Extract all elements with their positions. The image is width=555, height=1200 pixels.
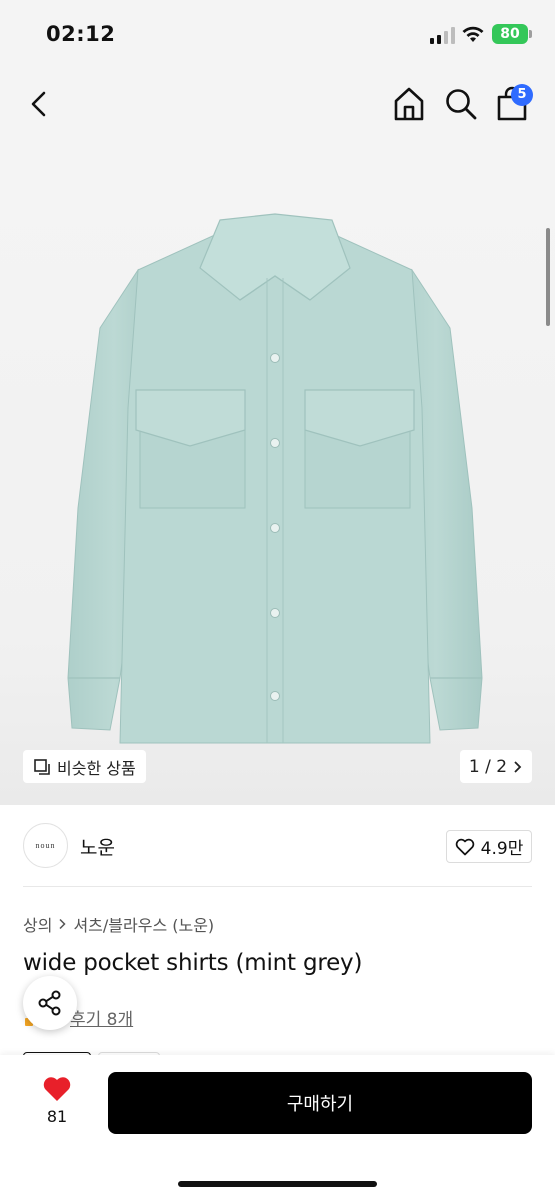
- brand-logo[interactable]: noun: [23, 823, 68, 868]
- search-icon[interactable]: [444, 87, 478, 121]
- heart-filled-icon[interactable]: [42, 1075, 72, 1103]
- battery-indicator: 80: [492, 24, 528, 44]
- product-title: wide pocket shirts (mint grey): [23, 950, 363, 976]
- similar-products-button[interactable]: 비슷한 상품: [23, 750, 146, 783]
- brand-name[interactable]: 노운: [80, 833, 115, 860]
- top-navigation: 5: [0, 70, 555, 140]
- back-icon[interactable]: [24, 88, 56, 120]
- similar-products-label: 비슷한 상품: [57, 758, 136, 778]
- product-image-shirt: [67, 213, 483, 744]
- home-indicator: [178, 1181, 377, 1187]
- heart-outline-icon: [455, 838, 474, 855]
- brand-row: noun 노운 4.9만: [0, 805, 555, 887]
- breadcrumb-subcategory[interactable]: 셔츠/블라우스 (노운): [73, 912, 214, 936]
- share-button[interactable]: [23, 976, 77, 1030]
- wifi-icon: [462, 26, 484, 42]
- cellular-signal-icon: [430, 27, 455, 44]
- image-page-counter: 1 / 2: [468, 756, 508, 777]
- status-time: 02:12: [46, 22, 116, 46]
- brand-like-count: 4.9만: [480, 839, 524, 859]
- bottom-action-bar: 81 구매하기: [0, 1055, 555, 1200]
- brand-like-button[interactable]: 4.9만: [446, 830, 532, 863]
- review-count-link[interactable]: 후기 8개: [70, 1005, 133, 1030]
- breadcrumb: 상의 셔츠/블라우스 (노운): [23, 912, 214, 936]
- image-page-indicator[interactable]: 1 / 2: [460, 750, 532, 783]
- similar-items-icon: [34, 758, 50, 775]
- page-scrollbar[interactable]: [546, 228, 550, 326]
- home-icon[interactable]: [392, 86, 426, 122]
- product-image-gallery[interactable]: 비슷한 상품 1 / 2: [0, 140, 555, 805]
- divider: [23, 886, 532, 887]
- buy-button[interactable]: 구매하기: [108, 1072, 532, 1134]
- breadcrumb-category[interactable]: 상의: [23, 912, 52, 936]
- chevron-right-icon: [514, 760, 522, 773]
- battery-cap: [529, 30, 532, 38]
- status-bar: 02:12 80: [0, 0, 555, 70]
- wish-count: 81: [46, 1107, 68, 1126]
- share-icon: [38, 990, 61, 1016]
- cart-count-badge: 5: [511, 84, 533, 106]
- chevron-right-icon: [59, 918, 67, 930]
